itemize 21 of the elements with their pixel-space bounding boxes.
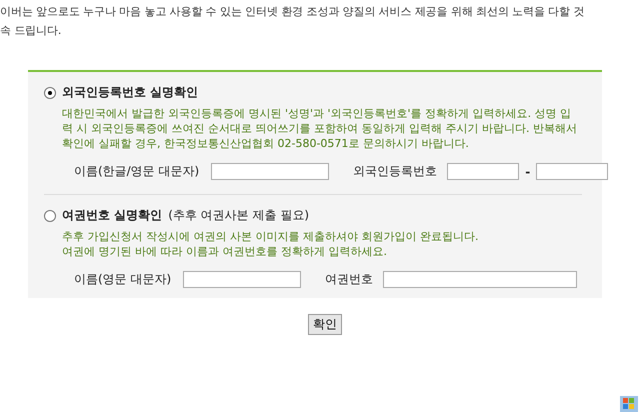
option-note: (추후 여권사본 제출 필요)	[168, 207, 309, 224]
input-field[interactable]	[383, 271, 578, 288]
option-title: 외국인등록번호 실명확인	[62, 84, 198, 101]
field-label: 여권번호	[325, 271, 374, 288]
input-field[interactable]	[447, 163, 520, 180]
option-description: 추후 가입신청서 작성시에 여권의 사본 이미지를 제출하셔야 회원가입이 완료됩니다. 여권에 명기된 바에 따라 이름과 여권번호를 정확하게 입력하세요.	[62, 229, 480, 259]
notice-text: 속 드립니다.	[0, 23, 62, 39]
field-label: 이름(영문 대문자)	[74, 271, 172, 288]
field-label: 외국인등록번호	[353, 163, 438, 180]
separator-text: -	[525, 164, 530, 178]
windows-icon[interactable]	[620, 396, 638, 412]
radio-button[interactable]	[44, 86, 56, 98]
option-title: 여권번호 실명확인	[62, 207, 162, 224]
input-field[interactable]	[536, 163, 608, 180]
input-field[interactable]	[211, 163, 330, 180]
notice-text: 이버는 앞으로도 누구나 마음 놓고 사용할 수 있는 인터넷 환경 조성과 양질의 서비스 제공을 위해 최선의 노력을 다할 것	[0, 4, 586, 20]
confirm-button[interactable]: 확인	[308, 314, 342, 335]
input-field[interactable]	[183, 271, 302, 288]
radio-button[interactable]	[44, 210, 56, 222]
field-label: 이름(한글/영문 대문자)	[74, 163, 200, 180]
option-description: 대한민국에서 발급한 외국인등록증에 명시된 '성명'과 '외국인등록번호'를 정확하게 입력하세요. 성명 입력 시 외국인등록증에 쓰여진 순서대로 띄어쓰기를 포함하여 동일하게 입력해 주시기 바랍니다. 반복해서 확인에 실패할 경우, 한국정보통신산업협회 02-580-0571로 문의하시기 바랍니다.	[62, 106, 578, 151]
